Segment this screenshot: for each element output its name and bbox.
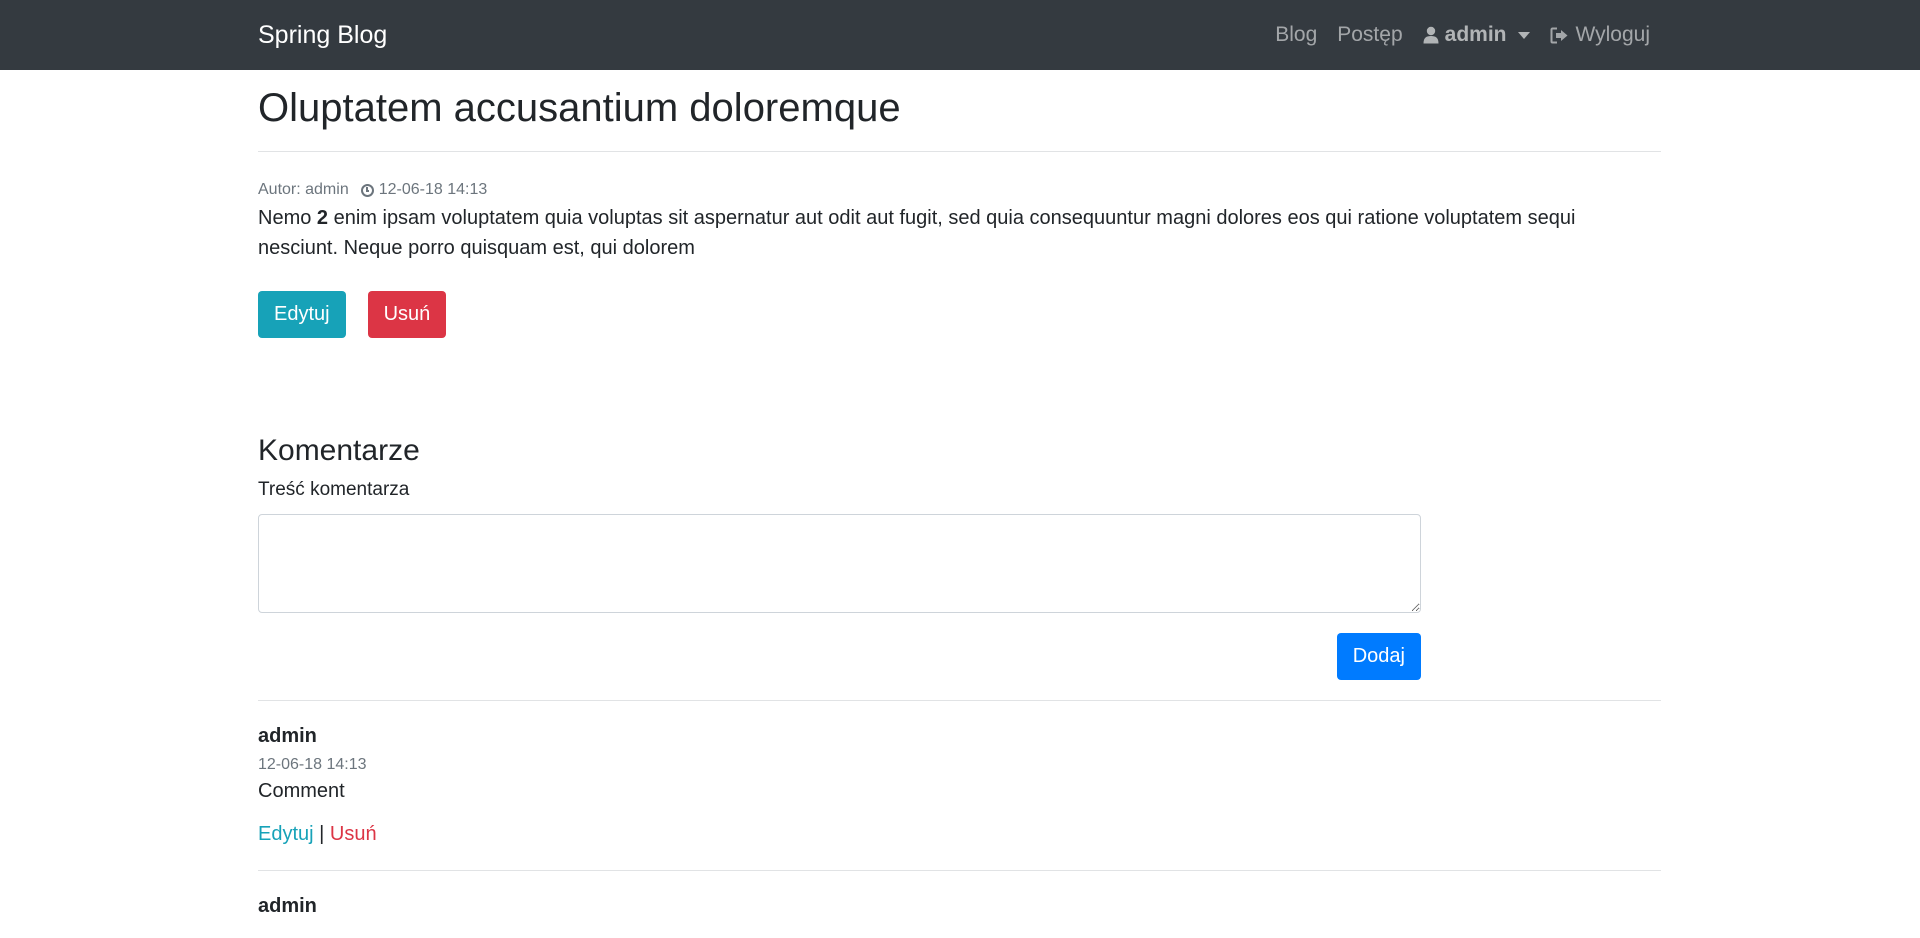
- clock-icon: [360, 183, 374, 197]
- comment-author: admin: [258, 895, 317, 917]
- comments-heading: Komentarze: [258, 434, 420, 467]
- post-author: Autor: admin: [258, 181, 349, 198]
- post-date-wrap: 12-06-18 14:13: [360, 181, 488, 199]
- post-actions: Edytuj Usuń: [258, 291, 1661, 338]
- main-content: Oluptatem accusantium doloremque Autor: …: [258, 70, 1661, 918]
- comment-item: admin 12-06-18 14:13 Comment Edytuj | Us…: [258, 701, 1661, 870]
- nav-links: Blog Postęp admin Wyloguj: [1275, 0, 1650, 70]
- comment-text: Comment: [258, 780, 345, 802]
- brand-link[interactable]: Spring Blog: [258, 0, 387, 70]
- delete-comment-link[interactable]: Usuń: [330, 823, 377, 845]
- edit-post-button[interactable]: Edytuj: [258, 291, 346, 338]
- caret-down-icon: [1518, 31, 1531, 39]
- sign-out-icon: [1550, 27, 1568, 43]
- post-title: Oluptatem accusantium doloremque: [258, 86, 901, 130]
- user-icon: [1423, 26, 1439, 44]
- edit-comment-link[interactable]: Edytuj: [258, 823, 314, 845]
- comment-textarea-label: Treść komentarza: [258, 479, 410, 500]
- action-separator: |: [319, 823, 325, 845]
- comment-date: 12-06-18 14:13: [258, 756, 367, 773]
- comment-author: admin: [258, 725, 317, 747]
- post-body: Nemo 2 enim ipsam voluptatem quia volupt…: [258, 203, 1661, 263]
- add-comment-button[interactable]: Dodaj: [1336, 633, 1421, 680]
- post-meta: Autor: admin 12-06-18 14:13: [258, 181, 1661, 199]
- comment-textarea[interactable]: [258, 514, 1421, 613]
- post-body-rest: enim ipsam voluptatem quia voluptas sit …: [258, 207, 1576, 259]
- add-comment-row: Dodaj: [258, 633, 1421, 680]
- logout-link[interactable]: Wyloguj: [1550, 23, 1650, 47]
- comment-actions: Edytuj | Usuń: [258, 823, 1661, 870]
- title-divider: [258, 151, 1661, 152]
- user-name-label: admin: [1444, 23, 1507, 46]
- post-body-prefix: Nemo: [258, 207, 317, 229]
- nav-link-blog[interactable]: Blog: [1275, 23, 1317, 47]
- delete-post-button[interactable]: Usuń: [367, 291, 447, 338]
- user-dropdown-toggle[interactable]: admin: [1423, 23, 1531, 47]
- nav-link-progress[interactable]: Postęp: [1337, 23, 1402, 47]
- comment-item: admin: [258, 871, 1661, 918]
- post-body-bold: 2: [316, 207, 329, 229]
- logout-label: Wyloguj: [1575, 23, 1650, 46]
- top-navbar: Spring Blog Blog Postęp admin Wyloguj: [0, 0, 1920, 70]
- post-date: 12-06-18 14:13: [378, 181, 488, 198]
